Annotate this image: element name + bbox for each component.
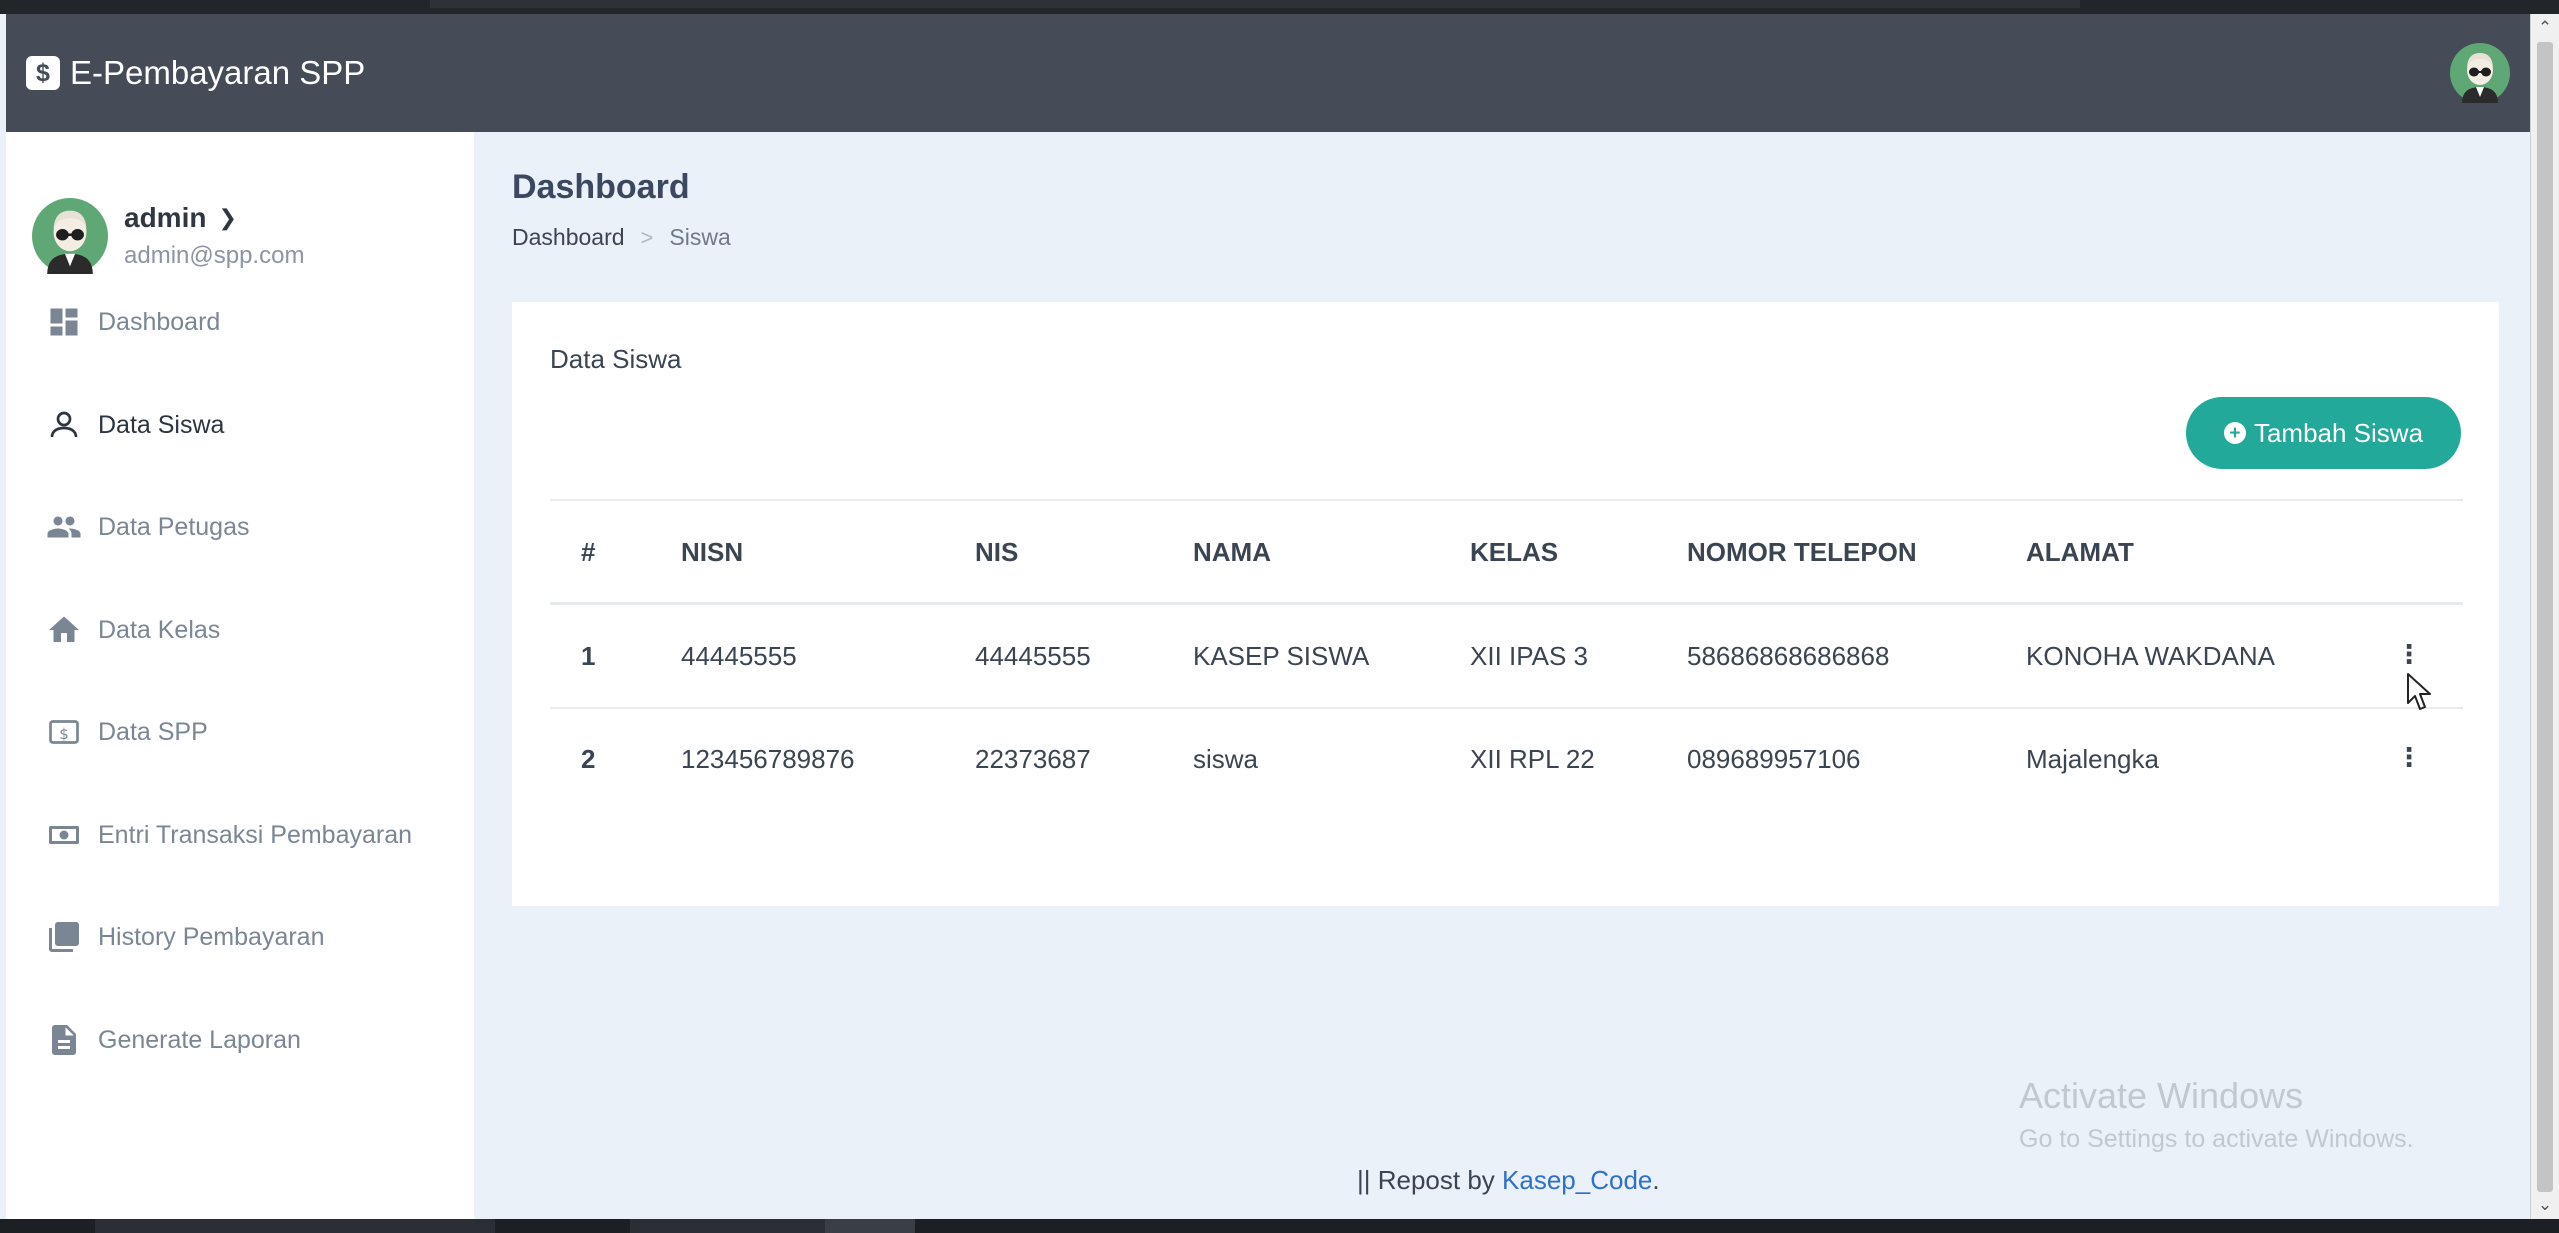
sidebar: admin ❯ admin@spp.com Dashboard Data Sis… [6,132,474,1219]
home-icon [49,616,79,642]
chevron-down-icon[interactable]: ❯ [218,205,236,231]
plus-circle-icon: + [2223,422,2246,444]
person-icon [50,411,78,438]
sidebar-item-entri-transaksi[interactable]: Entri Transaksi Pembayaran [46,815,412,855]
user-panel[interactable]: admin ❯ admin@spp.com [32,198,304,274]
top-navbar: $ E-Pembayaran SPP [6,14,2530,132]
column-header-alamat: ALAMAT [2026,537,2134,567]
library-icon [49,922,79,952]
sidebar-item-data-kelas[interactable]: Data Kelas [46,610,220,650]
table-header-rule [550,602,2463,605]
sidebar-item-dashboard[interactable]: Dashboard [46,302,220,342]
dollar-icon: $ [26,56,60,90]
table-row-rule [550,707,2463,709]
breadcrumb-dashboard[interactable]: Dashboard [512,224,625,251]
page-scrollbar[interactable]: ⌃ ⌄ [2530,14,2559,1219]
footer-link[interactable]: Kasep_Code [1502,1165,1652,1195]
sidebar-item-data-petugas[interactable]: Data Petugas [46,507,250,547]
navbar-avatar-icon[interactable] [2450,43,2510,103]
document-icon [52,1025,76,1055]
user-name[interactable]: admin ❯ [124,202,304,234]
windows-activation-watermark: Activate Windows Go to Settings to activ… [2019,1075,2414,1153]
people-icon [47,516,81,538]
sidebar-item-data-spp[interactable]: $ Data SPP [46,712,208,752]
browser-top-strip [0,0,2559,14]
column-header-index: # [581,537,596,567]
money-icon: $ [49,720,79,744]
column-header-kelas: KELAS [1470,537,1559,567]
card-title: Data Siswa [550,344,682,374]
footer: || Repost by Kasep_Code. [1357,1165,1660,1195]
breadcrumb: Dashboard > Siswa [512,224,731,251]
sidebar-item-history-pembayaran[interactable]: History Pembayaran [46,917,324,957]
brand[interactable]: $ E-Pembayaran SPP [26,54,365,92]
browser-tab-bar [430,0,2080,8]
row-actions-kebab-icon[interactable]: ⋮ [2394,639,2424,669]
column-header-nomor-telepon: NOMOR TELEPON [1687,537,1917,567]
column-header-nisn: NISN [681,537,744,567]
app-title: E-Pembayaran SPP [70,54,366,91]
chevron-right-icon: > [640,224,654,250]
user-email: admin@spp.com [124,242,305,269]
sidebar-item-generate-laporan[interactable]: Generate Laporan [46,1020,301,1060]
cash-icon [49,826,79,844]
table-top-rule [550,499,2463,501]
scroll-up-arrow-icon[interactable]: ⌃ [2537,19,2553,36]
svg-text:$: $ [59,725,69,743]
tambah-siswa-button[interactable]: + Tambah Siswa [2186,397,2461,469]
sidebar-item-data-siswa[interactable]: Data Siswa [46,405,224,445]
scroll-down-arrow-icon[interactable]: ⌄ [2537,1196,2553,1213]
breadcrumb-current: Siswa [669,224,731,250]
column-header-nama: NAMA [1193,537,1271,567]
page-title: Dashboard [512,168,690,206]
taskbar [0,1219,2559,1233]
dashboard-icon [50,308,78,336]
data-siswa-card: Data Siswa + Tambah Siswa # NISN NIS NAM… [512,302,2499,906]
mouse-cursor-icon [2407,673,2431,710]
row-actions-kebab-icon[interactable]: ⋮ [2394,742,2424,772]
user-avatar-icon [32,198,108,274]
scroll-thumb[interactable] [2537,42,2553,1192]
column-header-nis: NIS [975,537,1019,567]
